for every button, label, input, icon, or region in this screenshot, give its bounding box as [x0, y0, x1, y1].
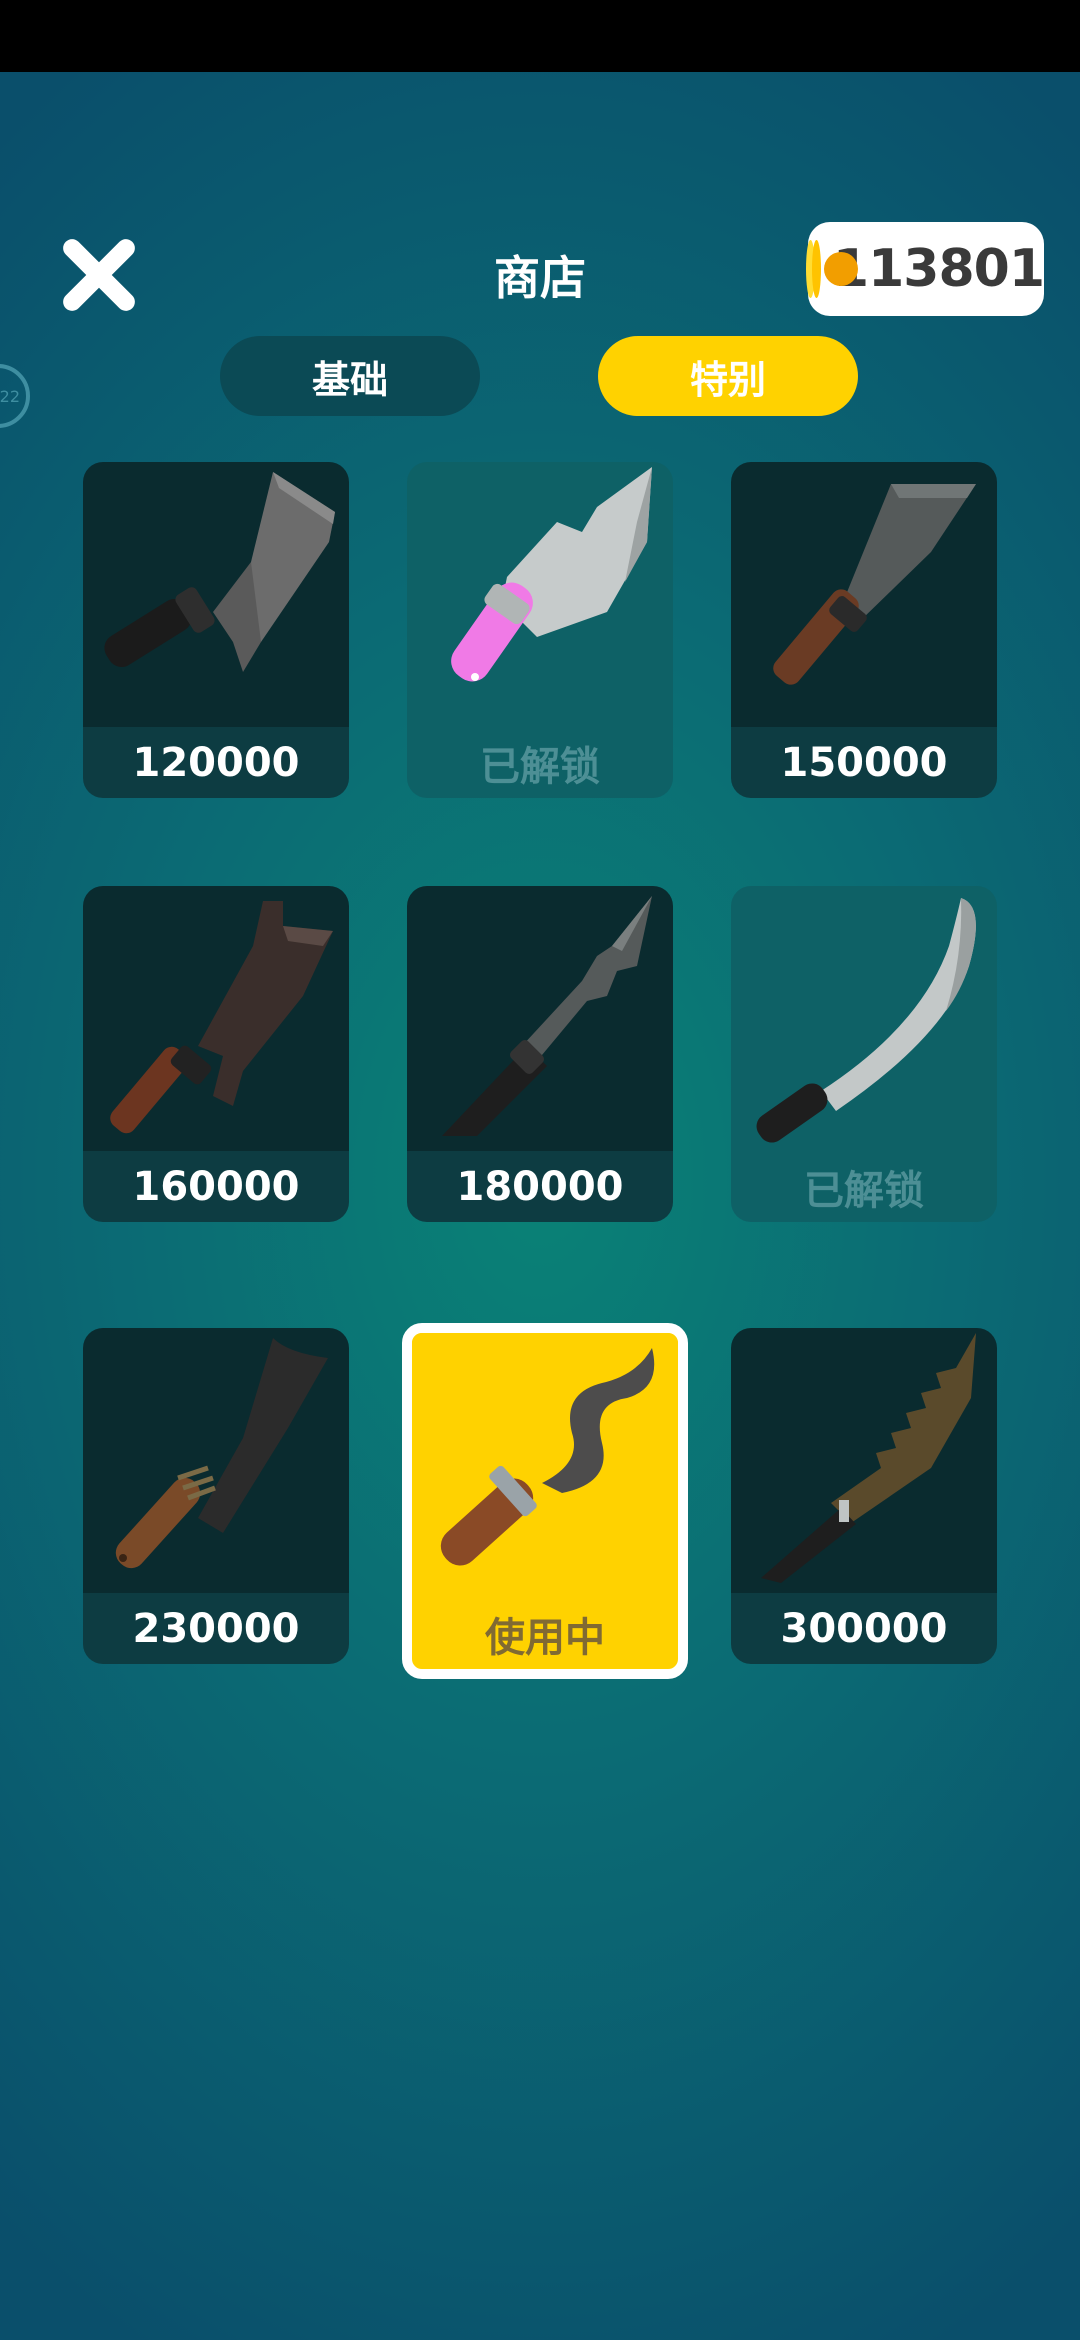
shop-item-8[interactable]: 使用中	[402, 1323, 688, 1679]
item-image	[731, 462, 997, 727]
item-price: 300000	[731, 1593, 997, 1664]
cleaver-knife-icon	[104, 472, 335, 672]
kris-dagger-icon	[440, 1348, 655, 1566]
item-price: 180000	[407, 1151, 673, 1222]
shop-item-7[interactable]: 230000	[83, 1328, 349, 1664]
tab-basic[interactable]: 基础	[220, 336, 480, 416]
bound-cleaver-icon	[115, 1338, 328, 1569]
shop-item-6[interactable]: 已解锁	[731, 886, 997, 1222]
shop-item-4[interactable]: 160000	[83, 886, 349, 1222]
item-image	[83, 462, 349, 727]
item-image	[412, 1333, 678, 1598]
coin-balance: 113801	[808, 222, 1045, 316]
coin-icon	[812, 240, 858, 298]
tab-special[interactable]: 特别	[598, 336, 858, 416]
hooked-cleaver-icon	[110, 901, 333, 1134]
item-image	[731, 886, 997, 1151]
status-bar	[0, 0, 1080, 72]
shop-item-2[interactable]: 已解锁	[407, 462, 673, 798]
curved-machete-icon	[756, 898, 976, 1143]
item-price: 使用中	[485, 1614, 605, 1661]
side-badge[interactable]: 22	[0, 364, 30, 428]
shop-item-1[interactable]: 120000	[83, 462, 349, 798]
item-price: 150000	[731, 727, 997, 798]
chef-knife-icon	[773, 484, 976, 685]
item-price: 120000	[83, 727, 349, 798]
item-price: 160000	[83, 1151, 349, 1222]
item-price: 已解锁	[480, 743, 600, 790]
item-image	[83, 1328, 349, 1593]
shop-item-9[interactable]: 300000	[731, 1328, 997, 1664]
shop-item-5[interactable]: 180000	[407, 886, 673, 1222]
item-image	[83, 886, 349, 1151]
item-price: 230000	[83, 1593, 349, 1664]
pink-handle-knife-icon	[451, 467, 652, 682]
saw-back-knife-icon	[761, 1333, 976, 1583]
item-price: 已解锁	[804, 1167, 924, 1214]
shop-item-3[interactable]: 150000	[731, 462, 997, 798]
item-image	[731, 1328, 997, 1593]
serrated-blade-icon	[442, 896, 652, 1136]
item-image	[407, 462, 673, 727]
item-image	[407, 886, 673, 1151]
coin-amount: 113801	[832, 239, 1045, 299]
